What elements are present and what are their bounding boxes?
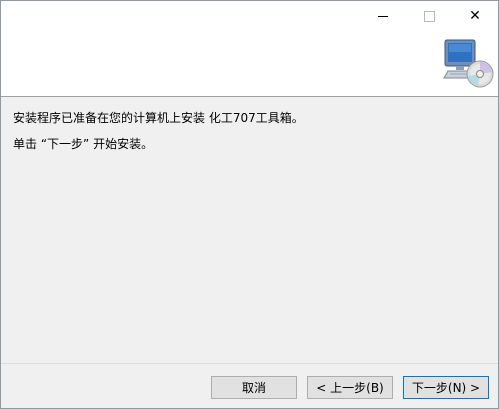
back-button[interactable]: < 上一步(B) <box>307 376 393 399</box>
cancel-button[interactable]: 取消 <box>211 376 297 399</box>
close-icon: ✕ <box>469 8 481 24</box>
installer-window: ✕ 安装程序已准备在您的计算机上安装 化工707工具箱。 单击 “下一步” 开始… <box>0 0 499 409</box>
close-button[interactable]: ✕ <box>452 1 498 31</box>
next-button[interactable]: 下一步(N) > <box>403 376 489 399</box>
button-bar: 取消 < 上一步(B) 下一步(N) > <box>1 363 498 409</box>
computer-cd-icon <box>443 39 494 88</box>
ready-message: 安装程序已准备在您的计算机上安装 化工707工具箱。 <box>13 111 304 125</box>
instruction-message: 单击 “下一步” 开始安装。 <box>13 137 154 151</box>
header-banner: ✕ <box>1 1 498 97</box>
minimize-button[interactable] <box>360 1 406 31</box>
minimize-icon <box>378 15 388 17</box>
maximize-button[interactable] <box>406 1 452 31</box>
maximize-icon <box>423 10 435 22</box>
